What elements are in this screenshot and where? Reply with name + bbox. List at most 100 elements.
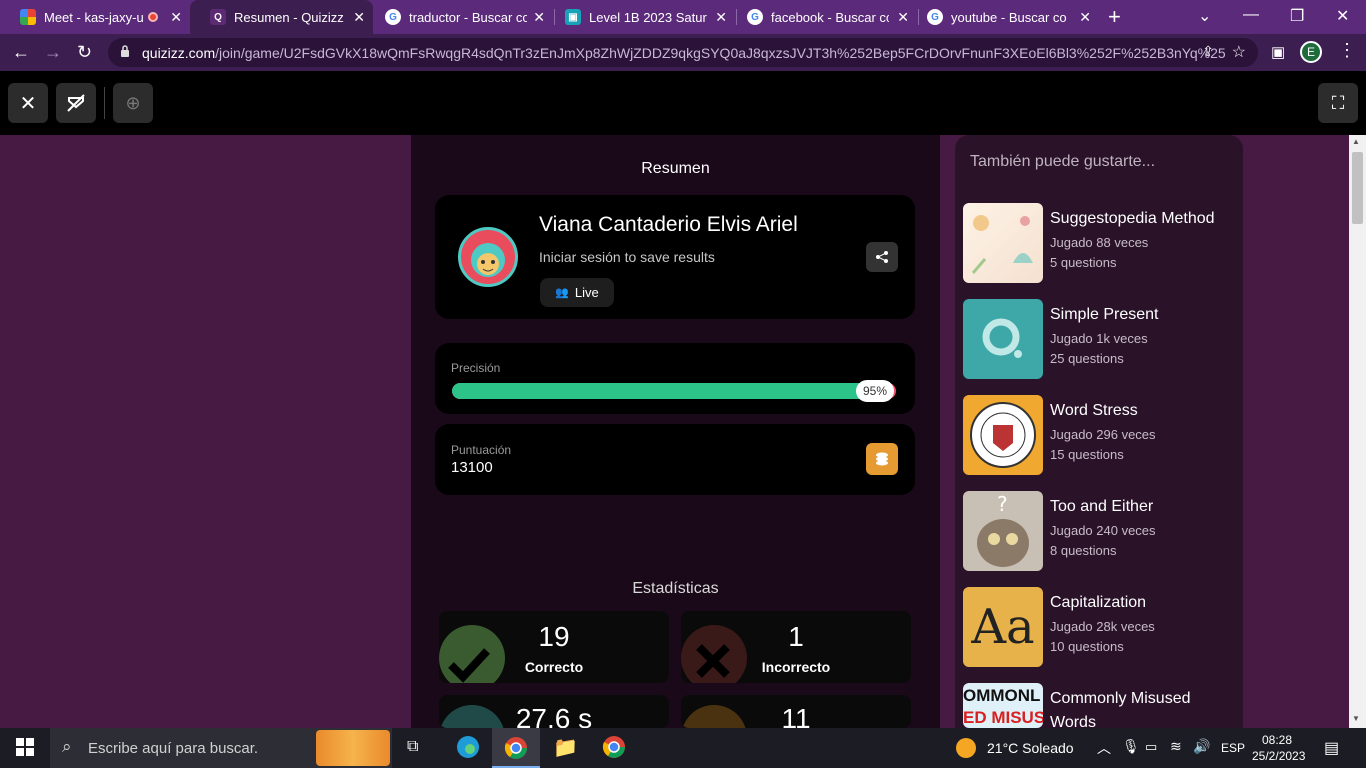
correct-stat: 19 Correcto xyxy=(439,611,669,683)
quiz-header-bar: ✕ ⊕ ⛶ xyxy=(0,71,1366,135)
tab-strip: Meet - kas-jaxy-u ✕ Q Resumen - Quizizz … xyxy=(0,0,1366,34)
tray-chevron-icon[interactable]: ︿ xyxy=(1097,738,1111,758)
login-prompt[interactable]: Iniciar sesión to save results xyxy=(539,249,715,265)
menu-icon[interactable]: ⋮ xyxy=(1338,40,1356,61)
music-off-icon[interactable] xyxy=(56,83,96,123)
profile-avatar[interactable]: E xyxy=(1300,41,1322,63)
recommendation-item[interactable]: OMMONL ED MISUS Commonly Misused Words xyxy=(963,683,1243,728)
thumbnail-text: OMMONL xyxy=(963,686,1041,705)
live-mode-badge: 👥 Live xyxy=(540,278,614,307)
microphone-icon[interactable]: 🎙 xyxy=(1122,738,1140,755)
quiz-title: Simple Present xyxy=(1050,306,1159,323)
edge-icon[interactable] xyxy=(455,734,481,765)
time-stat: 27.6 s xyxy=(439,695,669,728)
accuracy-bar xyxy=(452,383,896,399)
classroom-icon: ▣ xyxy=(565,9,581,25)
google-icon: G xyxy=(385,9,401,25)
share-icon[interactable]: ⇪ xyxy=(1202,43,1214,60)
close-window-button[interactable]: ✕ xyxy=(1336,6,1349,26)
meet-icon xyxy=(20,9,36,25)
quiz-questions: 10 questions xyxy=(1050,639,1124,654)
incorrect-stat: 1 Incorrecto xyxy=(681,611,911,683)
close-tab-icon[interactable]: ✕ xyxy=(715,9,727,26)
address-bar[interactable]: quizizz.com/join/game/U2FsdGVkX18wQmFsRw… xyxy=(108,38,1258,67)
accuracy-bar-fill xyxy=(452,383,874,399)
streak-stat: 11 xyxy=(681,695,911,728)
tab-traductor[interactable]: G traductor - Buscar co ✕ xyxy=(373,0,553,34)
scroll-down-icon[interactable]: ▼ xyxy=(1352,714,1360,723)
quiz-plays: Jugado 296 veces xyxy=(1050,427,1156,442)
tab-title: Level 1B 2023 Saturda xyxy=(589,9,707,25)
language-indicator[interactable]: ESP xyxy=(1221,741,1245,755)
quiz-questions: 15 questions xyxy=(1050,447,1124,462)
windows-taskbar: ⌕ Escribe aquí para buscar. ⧉ 📁 21°C Sol… xyxy=(0,728,1366,768)
close-tab-icon[interactable]: ✕ xyxy=(353,9,365,26)
url-host: quizizz.com xyxy=(142,44,216,61)
close-tab-icon[interactable]: ✕ xyxy=(170,9,182,26)
new-tab-button[interactable]: + xyxy=(1108,4,1121,30)
chrome-profile-taskbar-button[interactable] xyxy=(492,728,540,768)
stats-heading: Estadísticas xyxy=(632,580,719,597)
close-tab-icon[interactable]: ✕ xyxy=(897,9,909,26)
clock-date: 25/2/2023 xyxy=(1252,749,1306,763)
side-panel-icon[interactable]: ▣ xyxy=(1271,43,1285,61)
weather-sun-icon[interactable] xyxy=(956,738,976,758)
lock-icon xyxy=(121,45,129,57)
tab-title: Resumen - Quizizz xyxy=(234,9,344,25)
minimize-button[interactable]: — xyxy=(1243,6,1259,24)
recommendation-item[interactable]: Aa Capitalization Jugado 28k veces 10 qu… xyxy=(963,587,1243,667)
weather-text[interactable]: 21°C Soleado xyxy=(987,740,1074,756)
quiz-title: Word Stress xyxy=(1050,402,1138,419)
taskbar-search-input[interactable]: ⌕ Escribe aquí para buscar. xyxy=(50,728,392,768)
quiz-title: Too and Either xyxy=(1050,498,1154,515)
battery-icon[interactable]: ▭ xyxy=(1145,739,1157,755)
recommendation-item[interactable]: ? Too and Either Jugado 240 veces 8 ques… xyxy=(963,491,1243,571)
clock-time: 08:28 xyxy=(1261,733,1293,747)
wifi-icon[interactable]: ≋ xyxy=(1170,738,1182,755)
back-button[interactable]: ← xyxy=(12,42,30,63)
tab-quizizz[interactable]: Q Resumen - Quizizz ✕ xyxy=(190,0,373,34)
volume-icon[interactable]: 🔊 xyxy=(1193,738,1210,755)
quiz-title: Suggestopedia Method xyxy=(1050,210,1215,227)
recording-icon xyxy=(148,12,158,22)
recommendation-item[interactable]: Simple Present Jugado 1k veces 25 questi… xyxy=(963,299,1243,379)
tab-youtube[interactable]: G youtube - Buscar co ✕ xyxy=(919,0,1099,34)
coins-icon xyxy=(866,443,898,475)
task-view-icon[interactable]: ⧉ xyxy=(407,738,418,756)
correct-label: Correcto xyxy=(524,659,584,675)
windows-start-icon[interactable] xyxy=(16,738,34,761)
quiz-thumbnail: ? xyxy=(963,491,1043,571)
reload-button[interactable]: ↻ xyxy=(77,42,92,63)
score-card xyxy=(435,424,915,495)
tab-title: Meet - kas-jaxy-u xyxy=(44,9,144,25)
quiz-thumbnail xyxy=(963,395,1043,475)
quiz-plays: Jugado 28k veces xyxy=(1050,619,1155,634)
close-tab-icon[interactable]: ✕ xyxy=(533,9,545,26)
tab-meet[interactable]: Meet - kas-jaxy-u ✕ xyxy=(0,0,190,34)
recommendation-item[interactable]: Word Stress Jugado 296 veces 15 question… xyxy=(963,395,1243,475)
notifications-icon[interactable]: ▤ xyxy=(1324,738,1339,758)
scrollbar-thumb[interactable] xyxy=(1352,152,1363,224)
quiz-plays: Jugado 88 veces xyxy=(1050,235,1149,250)
scroll-up-icon[interactable]: ▲ xyxy=(1352,137,1360,146)
bookmark-star-icon[interactable]: ☆ xyxy=(1232,42,1246,62)
fullscreen-icon[interactable]: ⛶ xyxy=(1318,83,1358,123)
recommendation-item[interactable]: Suggestopedia Method Jugado 88 veces 5 q… xyxy=(963,203,1243,283)
tab-facebook[interactable]: G facebook - Buscar co ✕ xyxy=(737,0,917,34)
chrome-icon[interactable] xyxy=(601,734,627,765)
close-tab-icon[interactable]: ✕ xyxy=(1079,9,1091,26)
quiz-title: Commonly Misused Words xyxy=(1050,690,1191,728)
tab-level[interactable]: ▣ Level 1B 2023 Saturda ✕ xyxy=(555,0,735,34)
accuracy-card xyxy=(435,343,915,414)
share-button[interactable] xyxy=(866,242,898,272)
zoom-icon[interactable]: ⊕ xyxy=(113,83,153,123)
accuracy-label: Precisión xyxy=(451,361,501,375)
clock[interactable]: 08:28 25/2/2023 xyxy=(1252,732,1306,764)
quiz-thumbnail xyxy=(963,203,1043,283)
file-explorer-icon[interactable]: 📁 xyxy=(553,735,578,760)
forward-button[interactable]: → xyxy=(44,42,62,63)
quizizz-icon: Q xyxy=(210,9,226,25)
close-button[interactable]: ✕ xyxy=(8,83,48,123)
restore-button[interactable]: ❐ xyxy=(1290,6,1304,26)
tab-search-icon[interactable]: ⌄ xyxy=(1198,6,1211,26)
